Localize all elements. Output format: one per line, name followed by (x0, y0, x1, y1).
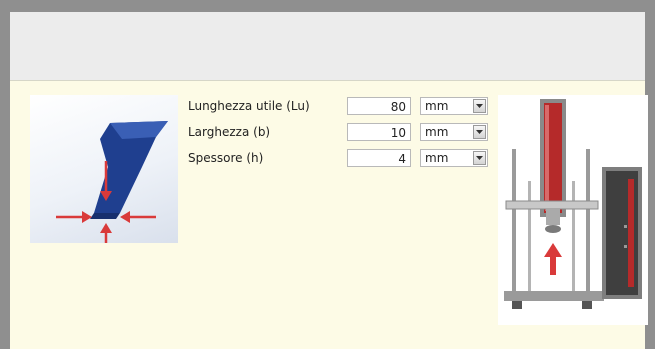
chevron-down-icon[interactable] (473, 99, 486, 113)
thickness-unit-select[interactable]: mm (420, 149, 488, 167)
app-window: Lunghezza utile (Lu) mm Larghezza (b) mm (10, 12, 648, 349)
width-unit-select[interactable]: mm (420, 123, 488, 141)
width-label: Larghezza (b) (188, 125, 271, 139)
form-row-width: Larghezza (b) mm (188, 123, 498, 143)
length-label: Lunghezza utile (Lu) (188, 99, 310, 113)
length-input[interactable] (347, 97, 411, 115)
chevron-down-icon[interactable] (473, 151, 486, 165)
form-row-length: Lunghezza utile (Lu) mm (188, 97, 498, 117)
length-unit-select[interactable]: mm (420, 97, 488, 115)
test-machine-icon (498, 95, 648, 325)
width-input[interactable] (347, 123, 411, 141)
specimen-diagram-icon (30, 95, 178, 243)
width-unit-value: mm (425, 125, 449, 139)
form-row-thickness: Spessore (h) mm (188, 149, 498, 169)
length-unit-value: mm (425, 99, 449, 113)
thickness-label: Spessore (h) (188, 151, 264, 165)
chevron-down-icon[interactable] (473, 125, 486, 139)
thickness-input[interactable] (347, 149, 411, 167)
specimen-parameters-panel: Lunghezza utile (Lu) mm Larghezza (b) mm (10, 81, 648, 349)
header-band (10, 12, 645, 81)
thickness-unit-value: mm (425, 151, 449, 165)
